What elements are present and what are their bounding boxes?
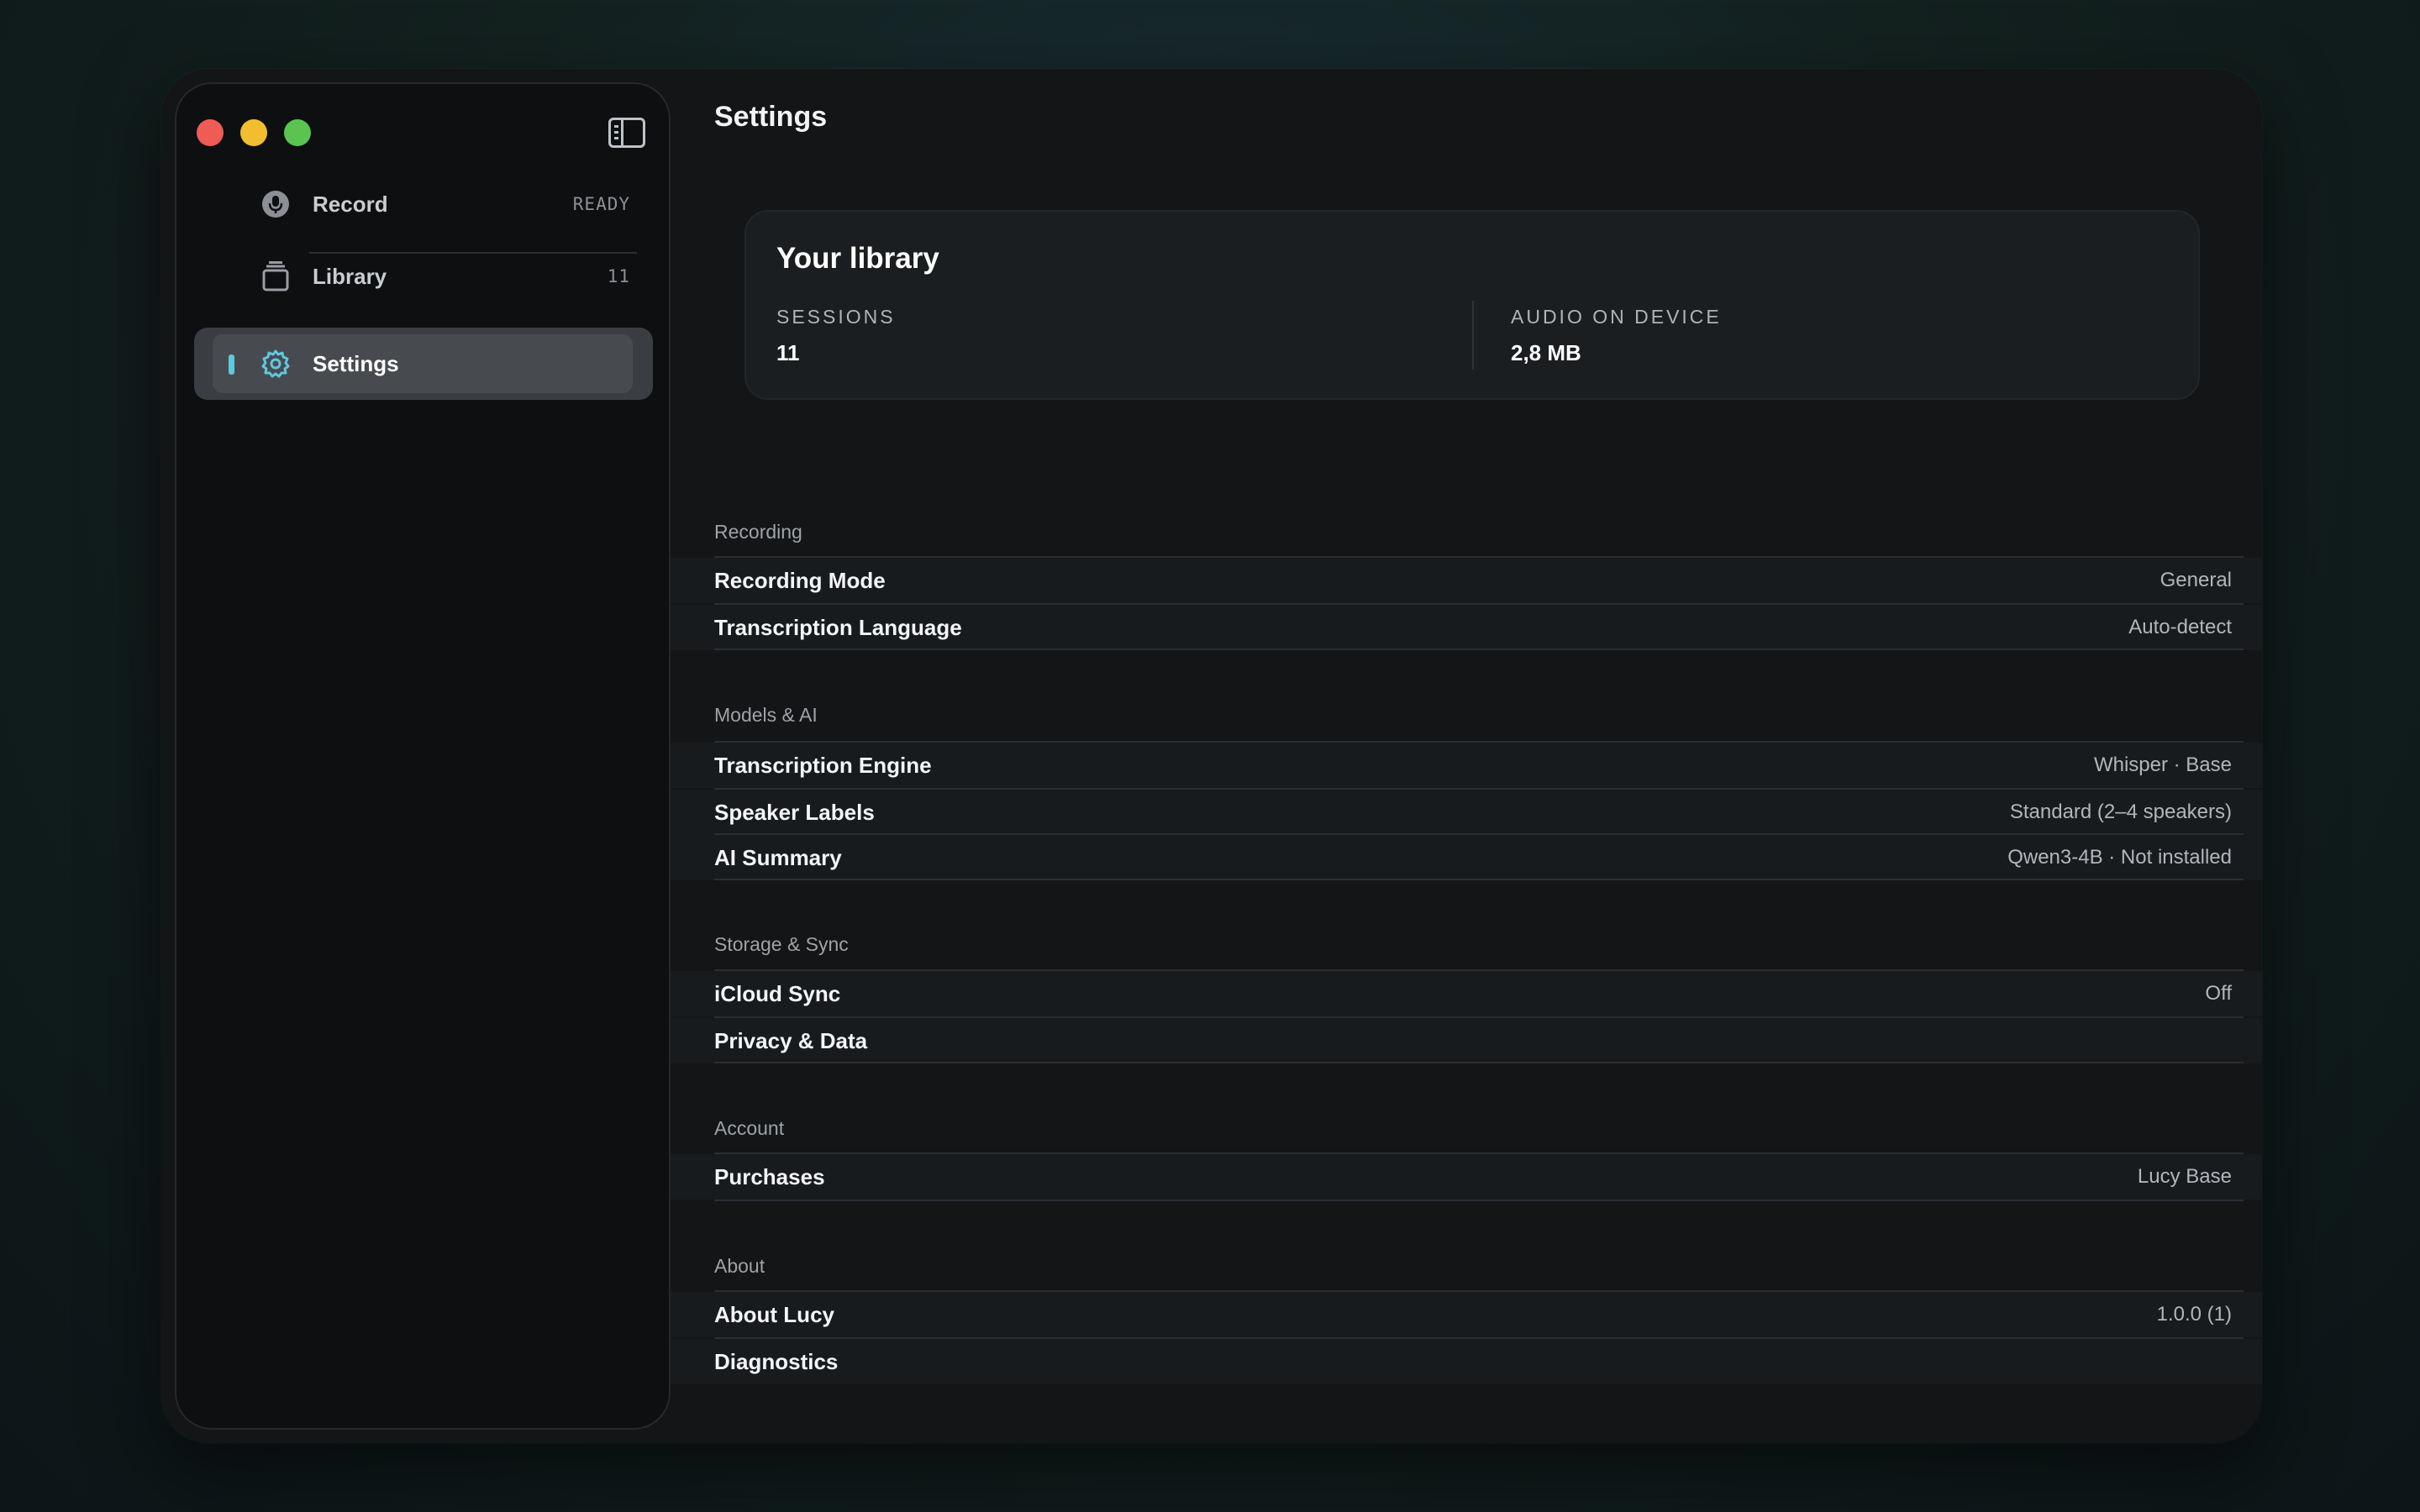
section-header-about: About: [714, 1255, 765, 1277]
row-label: Recording Mode: [714, 567, 886, 593]
setting-row-ai-summary[interactable]: AI Summary Qwen3-4B · Not installed: [671, 835, 2262, 880]
stat-label: AUDIO ON DEVICE: [1511, 306, 1722, 328]
setting-row-transcription-engine[interactable]: Transcription Engine Whisper · Base: [671, 743, 2262, 788]
row-label: Transcription Language: [714, 614, 962, 640]
audio-stat: AUDIO ON DEVICE 2,8 MB: [1511, 306, 1722, 366]
row-label: iCloud Sync: [714, 980, 841, 1006]
record-status: READY: [572, 194, 630, 214]
setting-row-diagnostics[interactable]: Diagnostics: [671, 1339, 2262, 1384]
setting-row-transcription-language[interactable]: Transcription Language Auto-detect: [671, 605, 2262, 650]
row-value: 1.0.0 (1): [2156, 1303, 2232, 1326]
stat-divider: [1472, 301, 1474, 370]
setting-row-privacy-data[interactable]: Privacy & Data: [671, 1018, 2262, 1063]
row-label: Speaker Labels: [714, 799, 875, 825]
sidebar-item-settings[interactable]: Settings: [260, 338, 630, 390]
row-divider: [714, 648, 2244, 650]
card-title: Your library: [776, 242, 939, 275]
row-label: AI Summary: [714, 844, 842, 870]
close-window-button[interactable]: [197, 119, 224, 146]
minimize-window-button[interactable]: [240, 119, 267, 146]
row-value: Off: [2205, 982, 2232, 1005]
row-label: Diagnostics: [714, 1348, 839, 1374]
row-value: Auto-detect: [2128, 616, 2232, 638]
row-divider: [714, 1062, 2244, 1063]
stack-icon: [260, 261, 291, 291]
row-divider: [714, 1200, 2244, 1201]
row-value: Standard (2–4 speakers): [2009, 801, 2232, 823]
row-label: Privacy & Data: [714, 1027, 868, 1053]
sidebar-item-library[interactable]: Library 11: [260, 250, 630, 302]
microphone-icon: [260, 189, 291, 219]
app-window: Record READY Library 11 Settings Setting…: [161, 69, 2262, 1443]
setting-row-speaker-labels[interactable]: Speaker Labels Standard (2–4 speakers): [671, 790, 2262, 835]
setting-row-icloud-sync[interactable]: iCloud Sync Off: [671, 971, 2262, 1016]
zoom-window-button[interactable]: [284, 119, 311, 146]
row-label: About Lucy: [714, 1301, 834, 1327]
row-value: Qwen3-4B · Not installed: [2007, 846, 2232, 869]
section-header-storage: Storage & Sync: [714, 933, 849, 955]
setting-row-about-lucy[interactable]: About Lucy 1.0.0 (1): [671, 1292, 2262, 1337]
sidebar-item-record[interactable]: Record READY: [260, 178, 630, 230]
library-summary-card: Your library SESSIONS 11 AUDIO ON DEVICE…: [744, 210, 2200, 400]
selection-indicator: [229, 354, 234, 375]
row-label: Purchases: [714, 1163, 825, 1189]
sidebar: Record READY Library 11 Settings: [175, 82, 671, 1430]
library-count: 11: [607, 266, 630, 286]
sidebar-toggle-icon[interactable]: [608, 118, 645, 148]
settings-pane: Settings Your library SESSIONS 11 AUDIO …: [671, 69, 2262, 1443]
window-controls: [197, 119, 311, 146]
sessions-stat: SESSIONS 11: [776, 306, 896, 366]
row-value: Whisper · Base: [2093, 753, 2232, 776]
stat-label: SESSIONS: [776, 306, 896, 328]
stat-value: 11: [776, 340, 800, 365]
row-value: General: [2160, 569, 2232, 591]
setting-row-purchases[interactable]: Purchases Lucy Base: [671, 1154, 2262, 1200]
gear-icon: [260, 349, 291, 379]
sidebar-item-label: Record: [313, 191, 388, 217]
page-title: Settings: [714, 101, 828, 133]
section-header-account: Account: [714, 1117, 785, 1139]
section-header-models: Models & AI: [714, 704, 818, 726]
setting-row-recording-mode[interactable]: Recording Mode General: [671, 558, 2262, 603]
sidebar-item-label: Settings: [313, 350, 399, 376]
row-divider: [714, 879, 2244, 880]
sidebar-item-label: Library: [313, 263, 387, 289]
section-header-recording: Recording: [714, 521, 802, 543]
row-value: Lucy Base: [2137, 1165, 2232, 1188]
row-label: Transcription Engine: [714, 752, 932, 778]
stat-value: 2,8 MB: [1511, 340, 1581, 365]
